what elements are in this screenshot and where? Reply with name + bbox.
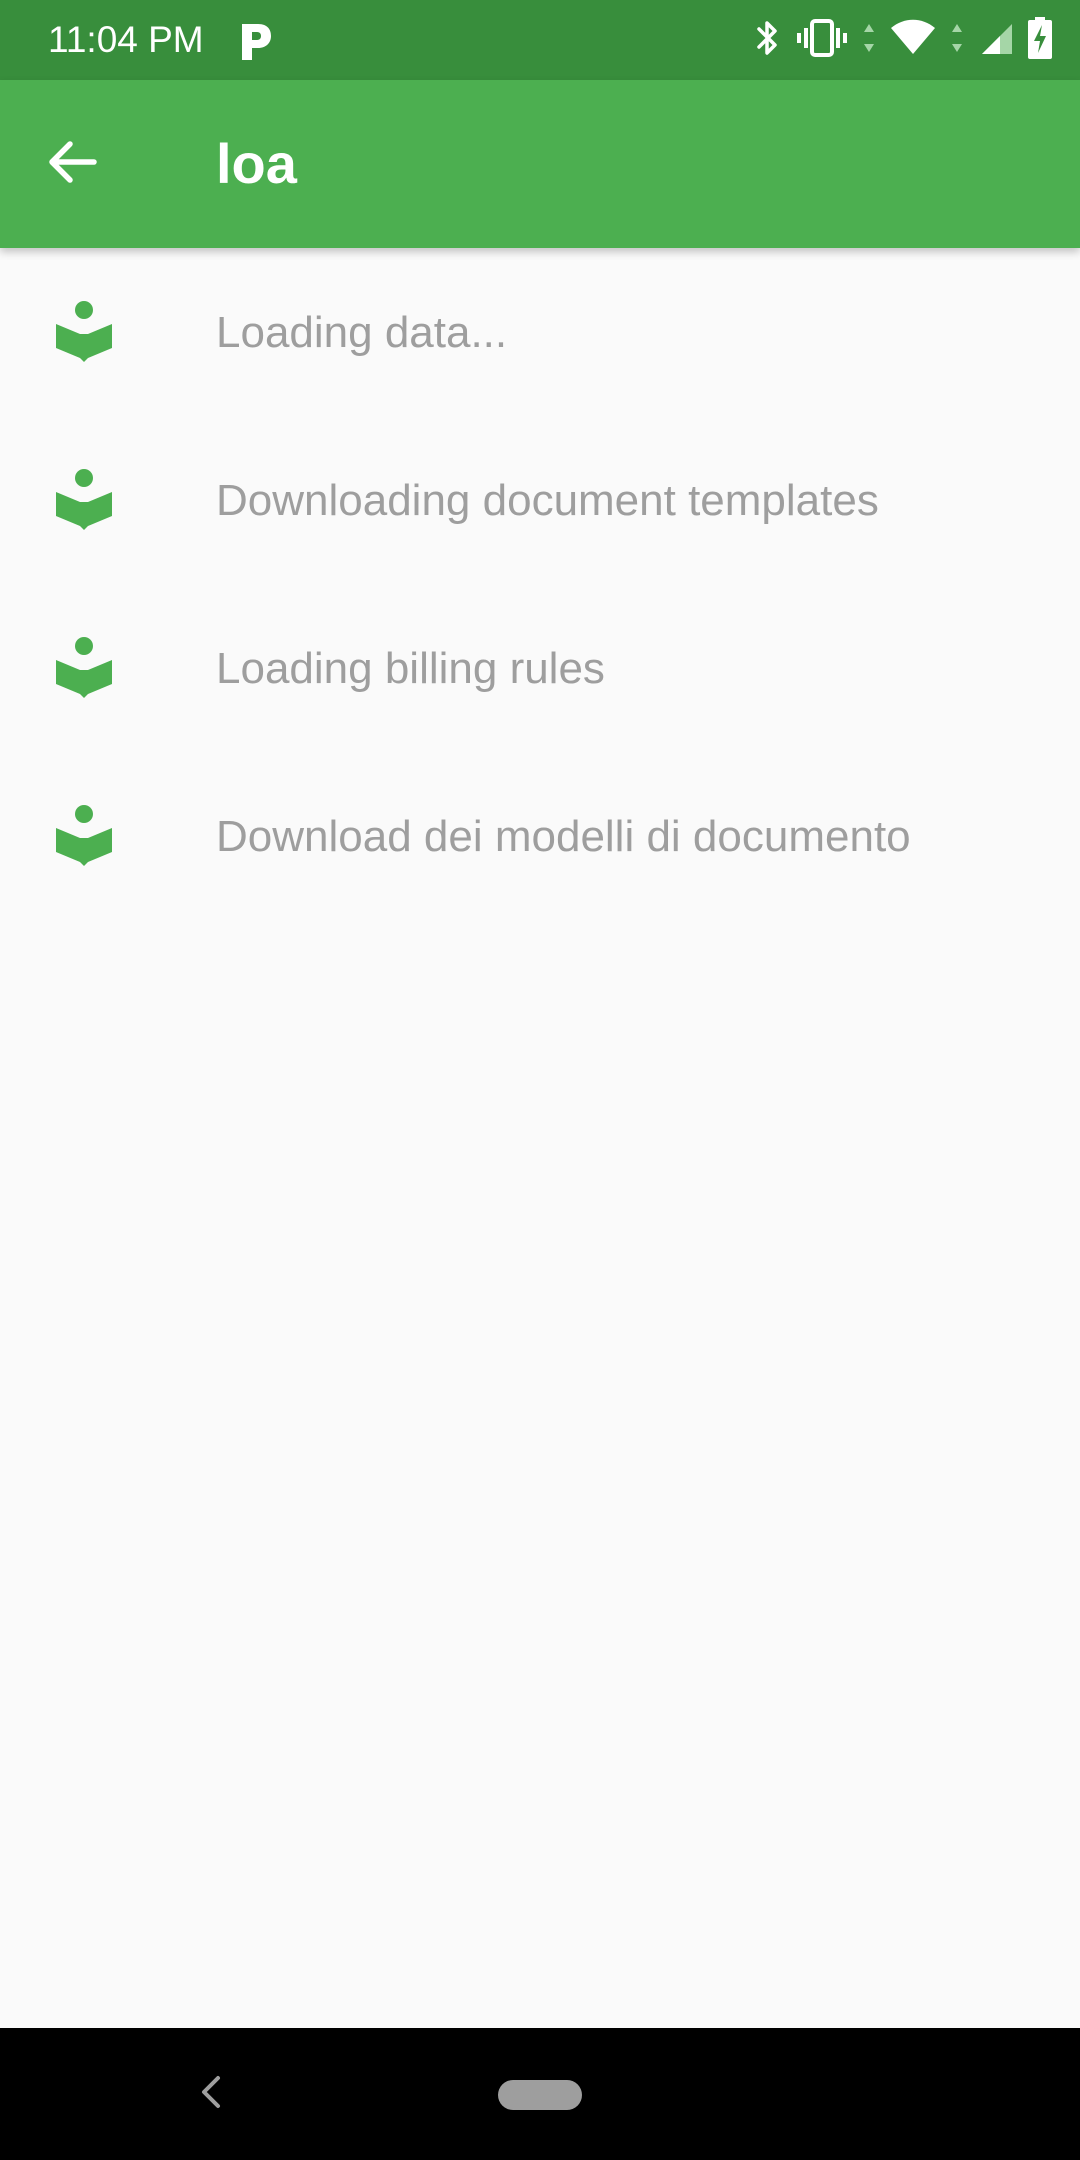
loading-steps-list: Loading data... Downloading document tem… [0,248,1080,920]
status-icons [752,16,1052,64]
list-item: Loading data... [0,248,1080,416]
step-label: Loading data... [216,308,508,357]
list-item: Download dei modelli di documento [0,752,1080,920]
step-label: Download dei modelli di documento [216,812,911,861]
battery-charging-icon [1028,16,1052,64]
book-reader-icon [54,468,114,532]
home-pill-icon[interactable] [498,2080,582,2110]
page-title: loa [216,132,297,195]
book-reader-icon [54,300,114,364]
step-label: Downloading document templates [216,476,879,525]
wifi-icon [890,18,936,63]
list-item: Downloading document templates [0,416,1080,584]
system-nav-bar [0,2028,1080,2160]
status-bar: 11:04 PM [0,0,1080,80]
screen: 11:04 PM loa Loading data... Downloading… [0,0,1080,2160]
app-bar: loa [0,80,1080,248]
data-arrows-icon-2 [950,18,964,63]
step-label: Loading billing rules [216,644,605,693]
back-button[interactable] [34,126,110,202]
nav-back-chevron-icon [196,2072,224,2117]
bluetooth-icon [752,18,782,63]
cell-signal-icon [978,18,1014,63]
book-reader-icon [54,636,114,700]
data-arrows-icon [862,18,876,63]
book-reader-icon [54,804,114,868]
arrow-back-icon [44,134,100,195]
p-icon [238,20,274,62]
vibrate-icon [796,18,848,63]
nav-back-button[interactable] [186,2070,234,2118]
status-time: 11:04 PM [48,19,204,60]
list-item: Loading billing rules [0,584,1080,752]
